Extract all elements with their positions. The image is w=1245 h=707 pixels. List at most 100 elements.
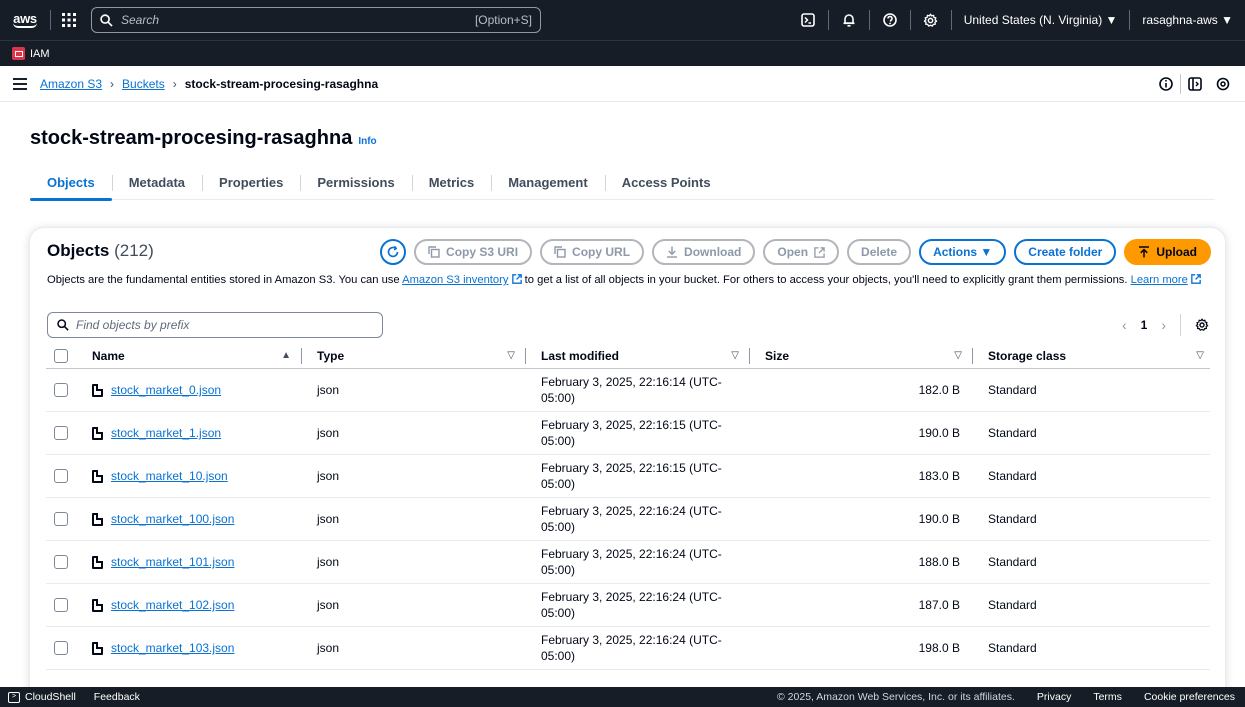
copy-icon bbox=[428, 246, 440, 258]
column-header-type[interactable]: Type ▽ bbox=[301, 343, 525, 368]
object-name-link[interactable]: stock_market_0.json bbox=[111, 383, 221, 397]
bucket-name-heading: stock-stream-procesing-rasaghna bbox=[30, 127, 353, 149]
cloudshell-button[interactable]: > CloudShell bbox=[8, 691, 76, 703]
aws-logo[interactable]: aws bbox=[0, 0, 50, 40]
privacy-link[interactable]: Privacy bbox=[1037, 691, 1071, 703]
tab-properties[interactable]: Properties bbox=[202, 166, 300, 200]
cloudshell-icon[interactable] bbox=[788, 0, 828, 40]
info-link[interactable]: Info bbox=[358, 136, 376, 147]
download-button[interactable]: Download bbox=[652, 239, 756, 265]
table-row: stock_market_0.json json February 3, 202… bbox=[46, 369, 1210, 412]
security-shield-icon[interactable] bbox=[1209, 77, 1237, 91]
region-selector[interactable]: United States (N. Virginia) ▼ bbox=[952, 13, 1130, 27]
object-type: json bbox=[317, 426, 340, 440]
column-header-size[interactable]: Size ▽ bbox=[749, 343, 972, 368]
external-link-icon bbox=[814, 246, 825, 258]
chevron-right-icon: › bbox=[172, 76, 177, 91]
object-name-link[interactable]: stock_market_10.json bbox=[111, 469, 228, 483]
tab-access-points[interactable]: Access Points bbox=[604, 166, 728, 200]
copy-icon bbox=[554, 246, 566, 258]
object-storage-class: Standard bbox=[988, 426, 1037, 440]
copy-s3-uri-button[interactable]: Copy S3 URI bbox=[414, 239, 533, 265]
tab-objects[interactable]: Objects bbox=[30, 166, 112, 201]
column-header-last-modified[interactable]: Last modified ▽ bbox=[525, 343, 749, 368]
object-name-link[interactable]: stock_market_102.json bbox=[111, 598, 234, 612]
refresh-button[interactable] bbox=[380, 239, 407, 265]
row-checkbox[interactable] bbox=[54, 512, 68, 526]
external-link-icon bbox=[1191, 274, 1201, 284]
divider bbox=[301, 348, 302, 364]
object-name-link[interactable]: stock_market_101.json bbox=[111, 555, 234, 569]
feedback-link[interactable]: Feedback bbox=[94, 691, 140, 703]
notifications-bell-icon[interactable] bbox=[829, 0, 869, 40]
find-objects-input[interactable]: Find objects by prefix bbox=[47, 312, 383, 338]
object-name-link[interactable]: stock_market_103.json bbox=[111, 641, 234, 655]
global-search-input[interactable]: Search [Option+S] bbox=[91, 7, 541, 33]
actions-dropdown-button[interactable]: Actions ▼ bbox=[919, 239, 1007, 265]
row-checkbox[interactable] bbox=[54, 383, 68, 397]
services-grid-icon[interactable] bbox=[51, 0, 87, 40]
breadcrumb-amazon-s3[interactable]: Amazon S3 bbox=[40, 77, 102, 91]
cloudshell-label: CloudShell bbox=[25, 691, 76, 703]
objects-panel: Objects (212) Copy S3 URI Copy URL Downl… bbox=[30, 228, 1225, 707]
object-name-link[interactable]: stock_market_100.json bbox=[111, 512, 234, 526]
row-checkbox[interactable] bbox=[54, 555, 68, 569]
object-storage-class: Standard bbox=[988, 598, 1037, 612]
help-icon[interactable] bbox=[870, 0, 910, 40]
sort-caret-icon: ▽ bbox=[954, 350, 962, 361]
tab-metadata[interactable]: Metadata bbox=[111, 166, 202, 200]
objects-description: Objects are the fundamental entities sto… bbox=[47, 272, 1207, 288]
row-checkbox[interactable] bbox=[54, 641, 68, 655]
copyright-text: © 2025, Amazon Web Services, Inc. or its… bbox=[777, 691, 1015, 703]
row-checkbox[interactable] bbox=[54, 469, 68, 483]
sort-ascending-icon: ▲ bbox=[281, 350, 291, 361]
column-header-storage-class[interactable]: Storage class ▽ bbox=[972, 343, 1210, 368]
object-size: 188.0 B bbox=[918, 555, 960, 569]
panel-toggle-icon[interactable] bbox=[1181, 76, 1209, 91]
objects-count: (212) bbox=[114, 241, 154, 260]
next-page-chevron-icon[interactable]: › bbox=[1161, 317, 1166, 333]
upload-icon bbox=[1139, 246, 1150, 258]
open-button[interactable]: Open bbox=[763, 239, 840, 265]
download-icon bbox=[667, 246, 678, 258]
upload-button[interactable]: Upload bbox=[1124, 239, 1211, 265]
hamburger-menu-icon[interactable] bbox=[0, 77, 40, 90]
breadcrumb-buckets[interactable]: Buckets bbox=[122, 77, 165, 91]
column-storage-class-label: Storage class bbox=[988, 348, 1067, 363]
tab-permissions[interactable]: Permissions bbox=[300, 166, 411, 200]
tab-metrics[interactable]: Metrics bbox=[411, 166, 492, 200]
bucket-tabs: Objects Metadata Properties Permissions … bbox=[30, 166, 1215, 201]
description-text-1: Objects are the fundamental entities sto… bbox=[47, 274, 403, 286]
info-panel-icon[interactable] bbox=[1152, 76, 1180, 91]
page-number[interactable]: 1 bbox=[1141, 318, 1148, 332]
object-size: 190.0 B bbox=[918, 512, 960, 526]
learn-more-link[interactable]: Learn more bbox=[1131, 274, 1188, 286]
prev-page-chevron-icon[interactable]: ‹ bbox=[1122, 317, 1127, 333]
row-checkbox[interactable] bbox=[54, 598, 68, 612]
objects-table-body: stock_market_0.json json February 3, 202… bbox=[46, 369, 1210, 707]
preferences-gear-icon[interactable] bbox=[1195, 318, 1209, 332]
object-storage-class: Standard bbox=[988, 469, 1037, 483]
tab-management[interactable]: Management bbox=[491, 166, 604, 200]
object-storage-class: Standard bbox=[988, 512, 1037, 526]
copy-url-button[interactable]: Copy URL bbox=[540, 239, 645, 265]
row-checkbox[interactable] bbox=[54, 426, 68, 440]
delete-button[interactable]: Delete bbox=[847, 239, 912, 265]
settings-gear-icon[interactable] bbox=[911, 0, 951, 40]
column-header-name[interactable]: Name ▲ bbox=[76, 343, 301, 368]
delete-label: Delete bbox=[861, 245, 898, 259]
object-storage-class: Standard bbox=[988, 641, 1037, 655]
breadcrumb: Amazon S3 › Buckets › stock-stream-proce… bbox=[40, 77, 378, 91]
create-folder-button[interactable]: Create folder bbox=[1014, 239, 1117, 265]
s3-inventory-link[interactable]: Amazon S3 inventory bbox=[402, 274, 508, 286]
select-all-checkbox[interactable] bbox=[54, 348, 68, 363]
object-name-link[interactable]: stock_market_1.json bbox=[111, 426, 221, 440]
account-menu[interactable]: rasaghna-aws ▼ bbox=[1130, 13, 1245, 27]
iam-service-link[interactable]: IAM bbox=[30, 48, 50, 60]
copy-s3-uri-label: Copy S3 URI bbox=[446, 245, 519, 259]
object-type: json bbox=[317, 641, 340, 655]
cookie-preferences-link[interactable]: Cookie preferences bbox=[1144, 691, 1235, 703]
terms-link[interactable]: Terms bbox=[1093, 691, 1122, 703]
object-type: json bbox=[317, 555, 340, 569]
object-last-modified: February 3, 2025, 22:16:24 (UTC-05:00) bbox=[541, 504, 722, 534]
